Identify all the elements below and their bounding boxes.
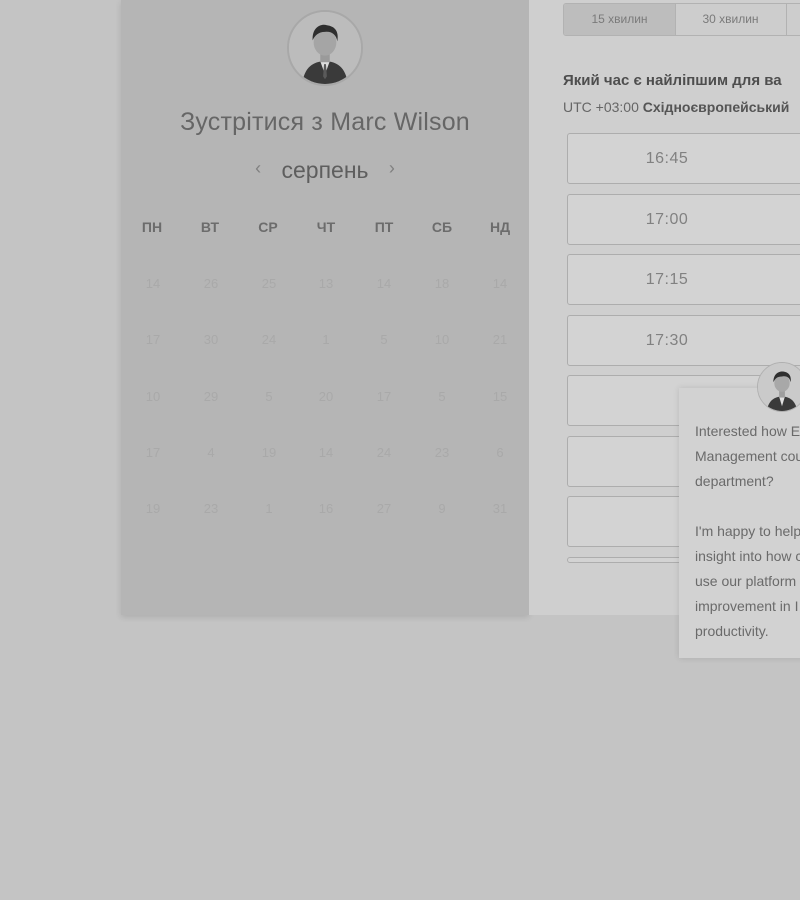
weekday-label: ЧТ xyxy=(316,219,336,235)
calendar-day[interactable]: 17 xyxy=(133,445,173,460)
duration-tabs: 15 хвилин 30 хвилин xyxy=(563,3,800,36)
month-label: серпень xyxy=(281,157,369,183)
calendar-day[interactable]: 18 xyxy=(422,276,462,291)
weekday-label: НД xyxy=(489,219,511,235)
month-navigation: ‹ серпень › xyxy=(121,157,529,184)
calendar-day[interactable]: 4 xyxy=(191,445,231,460)
calendar-day[interactable]: 24 xyxy=(249,332,289,347)
weekday-label: СР xyxy=(258,219,278,235)
person-avatar-icon xyxy=(758,363,800,411)
calendar-day[interactable]: 19 xyxy=(249,445,289,460)
chevron-left-icon[interactable]: ‹ xyxy=(255,158,261,179)
chat-avatar[interactable] xyxy=(757,362,800,412)
calendar-day[interactable]: 23 xyxy=(191,501,231,516)
calendar-day[interactable]: 14 xyxy=(133,276,173,291)
time-slot-button[interactable]: 17:00 xyxy=(567,194,800,245)
calendar-day[interactable]: 14 xyxy=(480,276,520,291)
chat-popup[interactable]: Interested how E Management cou departme… xyxy=(679,388,800,658)
host-avatar xyxy=(287,10,363,86)
calendar-day[interactable]: 25 xyxy=(249,276,289,291)
calendar-day[interactable]: 19 xyxy=(133,501,173,516)
calendar-panel xyxy=(121,0,529,615)
calendar-day[interactable]: 1 xyxy=(249,501,289,516)
tab-15-minutes[interactable]: 15 хвилин xyxy=(564,4,676,35)
time-slot-button[interactable]: 17:30 xyxy=(567,315,800,366)
calendar-day[interactable]: 17 xyxy=(133,332,173,347)
chat-message: Interested how E Management cou departme… xyxy=(695,423,800,639)
person-avatar-icon xyxy=(289,12,361,84)
timezone-label[interactable]: UTC +03:00 Східноєвропейський xyxy=(563,99,789,115)
page-title: Зустрітися з Marc Wilson xyxy=(180,108,470,136)
chevron-right-icon[interactable]: › xyxy=(389,158,395,179)
weekday-label: ПН xyxy=(141,219,163,235)
time-slot-label: 16:45 xyxy=(645,150,689,167)
weekday-label: ВТ xyxy=(200,219,220,235)
calendar-day[interactable]: 15 xyxy=(480,389,520,404)
time-slot-label: 17:00 xyxy=(645,211,689,228)
calendar-day[interactable]: 10 xyxy=(422,332,462,347)
timezone-name: Східноєвропейський xyxy=(642,99,790,115)
calendar-day[interactable]: 30 xyxy=(191,332,231,347)
calendar-day[interactable]: 27 xyxy=(364,501,404,516)
calendar-day[interactable]: 29 xyxy=(191,389,231,404)
calendar-day[interactable]: 6 xyxy=(480,445,520,460)
tab-30-minutes[interactable]: 30 хвилин xyxy=(675,4,787,35)
calendar-day[interactable]: 31 xyxy=(480,501,520,516)
calendar-day[interactable]: 10 xyxy=(133,389,173,404)
calendar-day[interactable]: 5 xyxy=(422,389,462,404)
calendar-day[interactable]: 26 xyxy=(191,276,231,291)
time-slot-label: 17:30 xyxy=(645,332,689,349)
calendar-day[interactable]: 9 xyxy=(422,501,462,516)
calendar-day[interactable]: 14 xyxy=(306,445,346,460)
calendar-day[interactable]: 13 xyxy=(306,276,346,291)
weekday-label: ПТ xyxy=(374,219,394,235)
time-slot-button[interactable]: 17:15 xyxy=(567,254,800,305)
time-slot-label: 17:15 xyxy=(645,271,689,288)
calendar-day[interactable]: 17 xyxy=(364,389,404,404)
calendar-day[interactable]: 24 xyxy=(364,445,404,460)
calendar-day[interactable]: 23 xyxy=(422,445,462,460)
calendar-day[interactable]: 1 xyxy=(306,332,346,347)
calendar-day[interactable]: 20 xyxy=(306,389,346,404)
calendar-day[interactable]: 21 xyxy=(480,332,520,347)
time-slot-button[interactable]: 16:45 xyxy=(567,133,800,184)
calendar-day[interactable]: 5 xyxy=(249,389,289,404)
timezone-offset: UTC +03:00 xyxy=(563,99,639,115)
calendar-day[interactable]: 14 xyxy=(364,276,404,291)
time-question: Який час є найліпшим для ва xyxy=(563,72,782,89)
calendar-day[interactable]: 16 xyxy=(306,501,346,516)
calendar-day[interactable]: 5 xyxy=(364,332,404,347)
weekday-label: СБ xyxy=(431,219,453,235)
